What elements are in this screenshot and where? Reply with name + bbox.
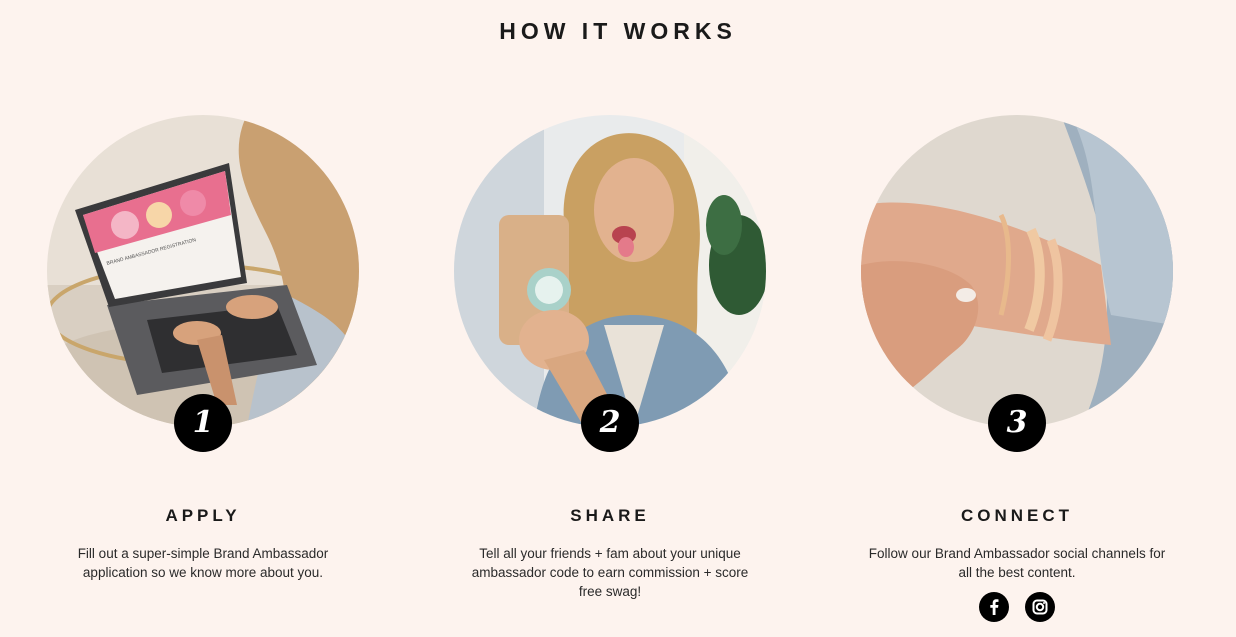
step-title: CONNECT <box>960 506 1074 525</box>
step-share: 2 SHARE Tell all your friends + fam abou… <box>450 115 770 599</box>
step-connect: 3 CONNECT Follow our Brand Ambassador so… <box>857 115 1177 622</box>
step-title: APPLY <box>165 506 241 525</box>
step-description: Tell all your friends + fam about your u… <box>471 546 749 599</box>
connect-photo <box>861 115 1173 427</box>
instagram-link[interactable] <box>1025 592 1055 622</box>
social-links <box>857 592 1177 622</box>
step-apply: BRAND AMBASSADOR REGISTRATION 1 APPLY Fi… <box>43 115 363 580</box>
step-number-badge: 3 <box>988 394 1046 452</box>
instagram-icon <box>1032 599 1048 615</box>
section-title: HOW IT WORKS <box>499 18 737 44</box>
step-description: Follow our Brand Ambassador social chann… <box>868 546 1166 580</box>
step-title: SHARE <box>570 506 650 525</box>
step-description: Fill out a super-simple Brand Ambassador… <box>77 546 329 580</box>
share-photo <box>454 115 766 427</box>
step-number-badge: 1 <box>174 394 232 452</box>
apply-photo: BRAND AMBASSADOR REGISTRATION <box>47 115 359 427</box>
step-number-badge: 2 <box>581 394 639 452</box>
facebook-link[interactable] <box>979 592 1009 622</box>
facebook-icon <box>990 599 999 615</box>
